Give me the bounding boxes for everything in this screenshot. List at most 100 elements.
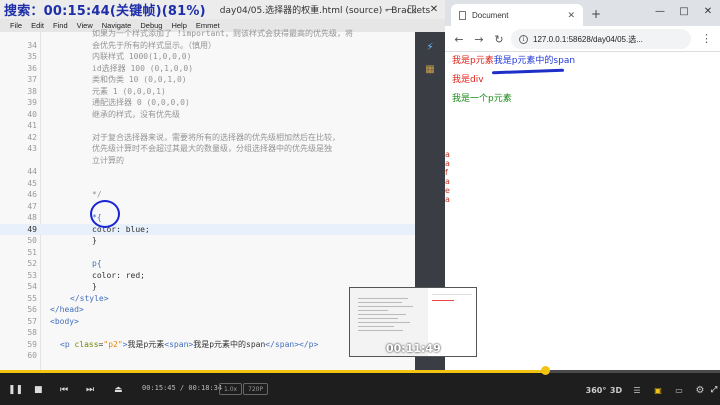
code-line[interactable]: 43 优先级计算时不会超过其最大的数量级，分组选择器中的优先级是独 bbox=[0, 143, 415, 155]
line-number: 58 bbox=[27, 328, 37, 337]
new-tab-plus-icon[interactable]: + bbox=[588, 6, 604, 22]
forward-arrow-icon[interactable]: → bbox=[471, 31, 487, 47]
code-line[interactable]: 38 元素 1 (0,0,0,1) bbox=[0, 86, 415, 98]
code-text: id选择器 100 (0,1,0,0) bbox=[92, 63, 194, 73]
vr-360-icon[interactable]: 360° bbox=[586, 382, 607, 398]
code-text: } bbox=[92, 236, 97, 245]
editor-window-controls: — □ ✕ bbox=[379, 0, 445, 19]
div-element: 我是div bbox=[452, 75, 484, 85]
live-preview-icon[interactable]: ⚡ bbox=[423, 40, 437, 54]
side-char: a bbox=[445, 159, 450, 168]
code-text: 通配选择器 0 (0,0,0,0) bbox=[92, 98, 190, 107]
minimize-icon[interactable]: — bbox=[379, 0, 401, 19]
code-text: color: red; bbox=[92, 270, 145, 280]
code-text: 优先级计算时不会超过其最大的数量级，分组选择器中的优先级是独 bbox=[92, 144, 332, 153]
line-number: 56 bbox=[27, 305, 37, 314]
chrome-browser-window: Document ✕ + — □ ✕ ← → ↻ i 127.0.0.1:586… bbox=[445, 0, 720, 370]
code-line[interactable]: 47 bbox=[0, 201, 415, 213]
code-line[interactable]: 46 */ bbox=[0, 189, 415, 201]
code-text: */ bbox=[92, 190, 102, 199]
fullscreen-icon[interactable]: ⤢ bbox=[706, 382, 720, 398]
line-number: 43 bbox=[27, 144, 37, 153]
code-text: 继承的样式，没有优先级 bbox=[92, 109, 180, 119]
line-number: 38 bbox=[27, 86, 37, 96]
code-line[interactable]: 50} bbox=[0, 235, 415, 247]
code-line[interactable]: 如果为一个样式添加了 !important，则该样式会获得最高的优先级，将 bbox=[0, 28, 415, 40]
line-number: 54 bbox=[27, 282, 37, 291]
side-char: a bbox=[445, 195, 450, 204]
p-element: 我是p元素我是p元素中的span bbox=[452, 53, 575, 66]
speed-pill[interactable]: 1.0x bbox=[219, 383, 243, 395]
line-number: 48 bbox=[27, 213, 37, 222]
page-viewport: 我是p元素我是p元素中的span 我是div 我是一个p元素 bbox=[445, 53, 720, 370]
code-line[interactable]: 34 会优先于所有的样式显示。（慎用） bbox=[0, 40, 415, 52]
code-line[interactable]: 48 *{ bbox=[0, 212, 415, 224]
code-text: 元素 1 (0,0,0,1) bbox=[92, 86, 166, 96]
code-text: p{ bbox=[92, 259, 102, 268]
close-icon[interactable]: ✕ bbox=[696, 0, 720, 22]
eject-icon[interactable]: ⏏ bbox=[114, 383, 123, 397]
quality-pill[interactable]: 720P bbox=[243, 383, 269, 395]
current-time: 00:15:45 / 00:18:34 bbox=[142, 384, 223, 392]
minimize-icon[interactable]: — bbox=[648, 0, 672, 22]
danmaku-icon[interactable]: ▣ bbox=[650, 382, 666, 398]
extension-manager-icon[interactable]: ▦ bbox=[423, 62, 437, 76]
address-bar[interactable]: i 127.0.0.1:58628/day04/05.选... bbox=[511, 29, 691, 49]
line-number: 39 bbox=[27, 98, 37, 107]
line-number: 52 bbox=[27, 259, 37, 268]
side-char: a bbox=[445, 177, 450, 186]
tab-close-icon[interactable]: ✕ bbox=[567, 10, 575, 21]
document-icon bbox=[459, 10, 466, 20]
code-line[interactable]: 立计算的 bbox=[0, 155, 415, 167]
line-number: 47 bbox=[27, 201, 37, 211]
maximize-icon[interactable]: □ bbox=[401, 0, 423, 19]
thumbnail-time: 00:11:49 bbox=[386, 342, 441, 355]
line-number: 49 bbox=[0, 223, 37, 235]
tab-document[interactable]: Document ✕ bbox=[451, 4, 583, 26]
previous-icon[interactable]: ⏮ bbox=[60, 383, 68, 397]
annotation-underline bbox=[491, 68, 565, 75]
side-char: e bbox=[445, 186, 450, 195]
info-icon[interactable]: i bbox=[519, 34, 528, 44]
code-text: <p class="p2">我是p元素<span>我是p元素中的span</sp… bbox=[60, 339, 319, 349]
stop-icon[interactable]: ■ bbox=[34, 383, 43, 397]
side-char: a bbox=[445, 150, 450, 159]
line-number: 60 bbox=[27, 351, 37, 360]
tab-strip: Document ✕ + — □ ✕ bbox=[445, 0, 720, 26]
code-line[interactable]: 53 color: red; bbox=[0, 270, 415, 282]
code-line[interactable]: 51 bbox=[0, 247, 415, 259]
maximize-icon[interactable]: □ bbox=[672, 0, 696, 22]
close-icon[interactable]: ✕ bbox=[423, 0, 445, 19]
line-number: 40 bbox=[27, 109, 37, 119]
3d-icon[interactable]: 3D bbox=[608, 382, 624, 398]
code-text: } bbox=[92, 282, 97, 291]
code-line[interactable]: 35 内联样式 1000(1,0,0,0) bbox=[0, 51, 415, 63]
more-menu-icon[interactable]: ⋮ bbox=[701, 32, 712, 45]
clipped-side-text: aafaea bbox=[445, 150, 453, 210]
line-number: 59 bbox=[27, 339, 37, 349]
code-line[interactable]: 52 p{ bbox=[0, 258, 415, 270]
code-line[interactable]: 40 继承的样式，没有优先级 bbox=[0, 109, 415, 121]
back-arrow-icon[interactable]: ← bbox=[451, 31, 467, 47]
pause-icon[interactable]: ❚❚ bbox=[8, 383, 23, 397]
list-icon[interactable]: ☰ bbox=[629, 382, 645, 398]
code-line[interactable]: 49 color: blue; bbox=[0, 223, 415, 235]
code-line[interactable]: 37 类和伪类 10 (0,0,1,0) bbox=[0, 74, 415, 86]
code-line[interactable]: 44 bbox=[0, 166, 415, 178]
progress-handle[interactable] bbox=[541, 366, 550, 375]
code-line[interactable]: 45 bbox=[0, 178, 415, 190]
line-number: 53 bbox=[27, 270, 37, 280]
code-line[interactable]: 42 对于复合选择器来说，需要将所有的选择器的优先级相加然后在比较， bbox=[0, 132, 415, 144]
code-line[interactable]: 41 bbox=[0, 120, 415, 132]
side-char: f bbox=[445, 168, 448, 177]
reload-icon[interactable]: ↻ bbox=[491, 31, 507, 47]
p-text: 我是p元素 bbox=[452, 56, 494, 66]
subtitle-icon[interactable]: ▭ bbox=[671, 382, 687, 398]
code-text: 内联样式 1000(1,0,0,0) bbox=[92, 52, 192, 61]
code-line[interactable]: 36 id选择器 100 (0,1,0,0) bbox=[0, 63, 415, 75]
next-icon[interactable]: ⏭ bbox=[86, 383, 94, 397]
code-line[interactable]: 39 通配选择器 0 (0,0,0,0) bbox=[0, 97, 415, 109]
line-number: 57 bbox=[27, 316, 37, 326]
url-text: 127.0.0.1:58628/day04/05.选... bbox=[533, 34, 643, 44]
line-number: 51 bbox=[27, 247, 37, 257]
